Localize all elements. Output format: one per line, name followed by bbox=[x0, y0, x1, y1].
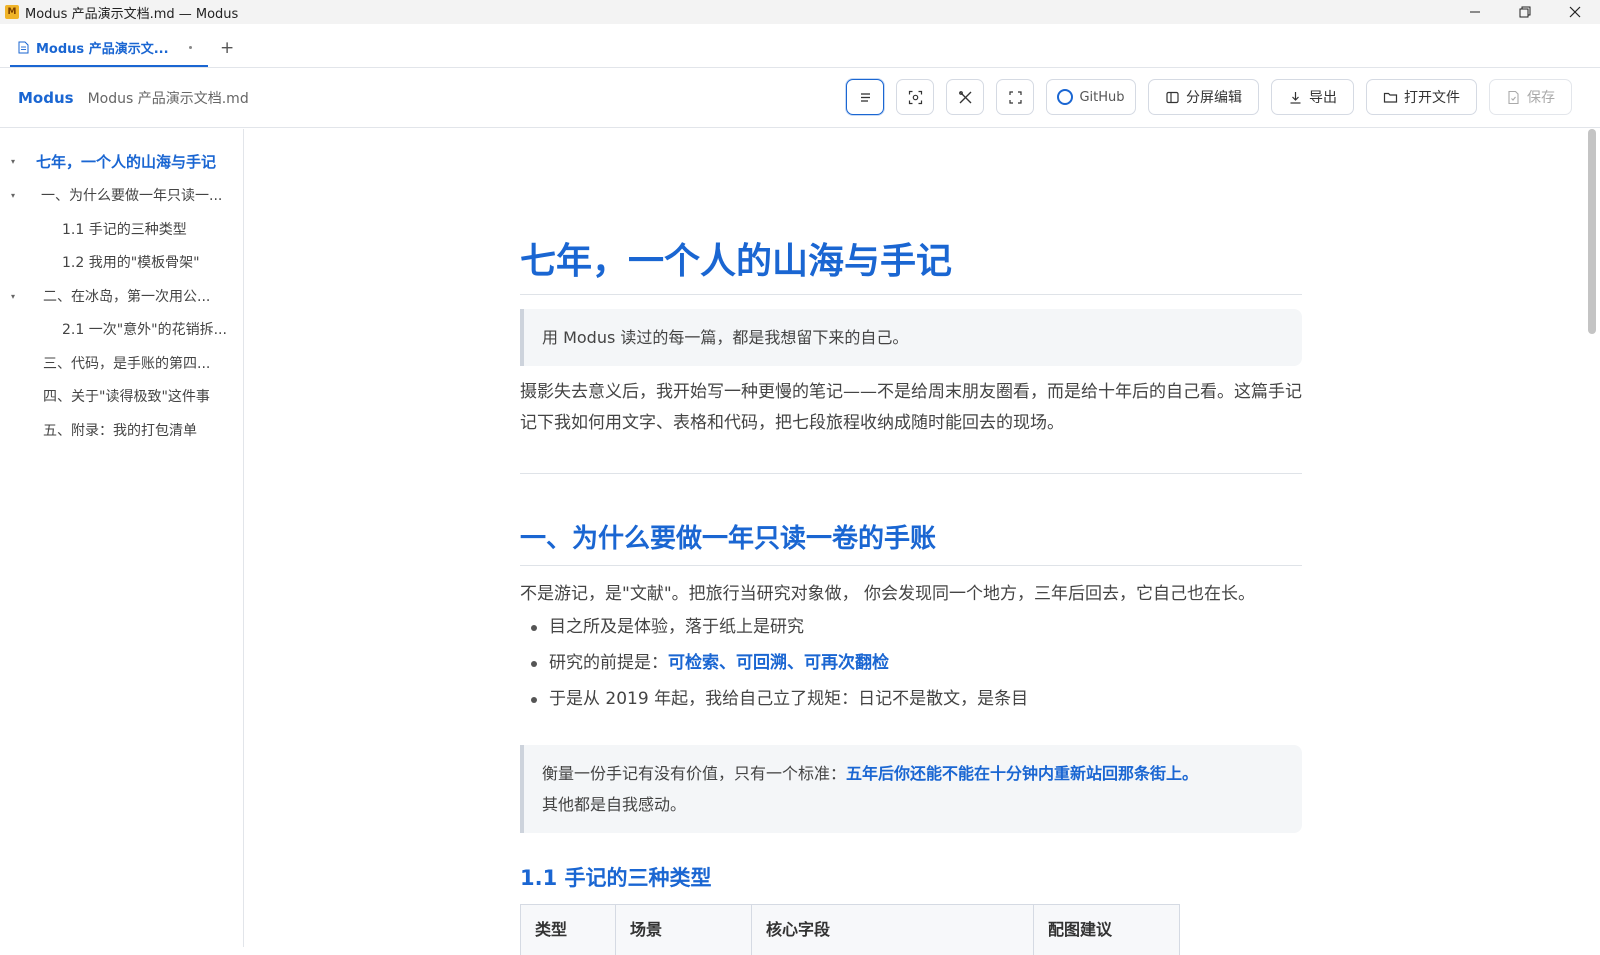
folder-icon bbox=[1383, 92, 1398, 103]
caret-down-icon[interactable]: ▾ bbox=[11, 191, 15, 200]
close-icon[interactable] bbox=[1550, 0, 1600, 24]
window-title: Modus 产品演示文档.md — Modus bbox=[25, 6, 239, 22]
toc-item[interactable]: 1.1 手记的三种类型 bbox=[0, 217, 187, 241]
toc-item-label: 三、代码，是手账的第四... bbox=[43, 356, 211, 372]
save-button[interactable]: 保存 bbox=[1489, 79, 1572, 115]
list-icon bbox=[860, 92, 870, 102]
download-icon bbox=[1290, 91, 1301, 104]
split-edit-button[interactable]: 分屏编辑 bbox=[1148, 79, 1259, 115]
toc-item-label: 1.2 我用的"模板骨架" bbox=[62, 255, 200, 271]
toc-item[interactable]: 三、代码，是手账的第四... bbox=[0, 351, 210, 375]
toc-item[interactable]: ▾ 七年，一个人的山海与手记 bbox=[0, 149, 216, 173]
list-item: 目之所及是体验，落于纸上是研究 bbox=[520, 609, 1302, 645]
toc-item[interactable]: 2.1 一次"意外"的花销拆... bbox=[0, 317, 227, 341]
bullet-list: 目之所及是体验，落于纸上是研究 研究的前提是：可检索、可回溯、可再次翻检 于是从… bbox=[520, 609, 1302, 717]
minimize-icon[interactable] bbox=[1450, 0, 1500, 24]
section-paragraph: 不是游记，是"文献"。把旅行当研究对象做， 你会发现同一个地方，三年后回去，它自… bbox=[520, 584, 1256, 604]
toc-item-label: 七年，一个人的山海与手记 bbox=[36, 152, 217, 171]
content-scrollbar[interactable] bbox=[1588, 129, 1596, 947]
fullscreen-icon bbox=[1008, 90, 1022, 104]
open-file-label: 打开文件 bbox=[1404, 90, 1460, 106]
toc-toggle-button[interactable] bbox=[846, 79, 884, 115]
save-file-icon bbox=[1508, 90, 1519, 104]
app-header: Modus Modus 产品演示文档.md GitHub 分屏编辑 导出 打开文 bbox=[0, 68, 1600, 128]
file-icon bbox=[18, 41, 29, 53]
unsaved-dot-icon bbox=[189, 46, 192, 49]
blockquote-text: 用 Modus 读过的每一篇，都是我想留下来的自己。 bbox=[542, 328, 909, 347]
export-label: 导出 bbox=[1309, 90, 1337, 106]
github-icon bbox=[1057, 89, 1074, 105]
export-button[interactable]: 导出 bbox=[1271, 79, 1354, 115]
toc-item-label: 一、为什么要做一年只读一... bbox=[41, 188, 223, 204]
document-name: Modus 产品演示文档.md bbox=[87, 90, 249, 107]
split-panel-icon bbox=[1166, 91, 1179, 103]
toc-sidebar: ▾ 七年，一个人的山海与手记 ▾ 一、为什么要做一年只读一... 1.1 手记的… bbox=[0, 129, 244, 947]
list-item: 于是从 2019 年起，我给自己立了规矩：日记不是散文，是条目 bbox=[520, 681, 1302, 717]
new-tab-button[interactable]: + bbox=[220, 29, 234, 67]
toc-item[interactable]: ▾ 二、在冰岛，第一次用公... bbox=[0, 284, 210, 308]
document-tab[interactable]: Modus 产品演示文... bbox=[10, 29, 208, 67]
open-file-button[interactable]: 打开文件 bbox=[1366, 79, 1477, 115]
github-button[interactable]: GitHub bbox=[1046, 79, 1136, 115]
caret-down-icon[interactable]: ▾ bbox=[11, 292, 15, 301]
github-label: GitHub bbox=[1079, 89, 1125, 105]
restore-icon[interactable] bbox=[1500, 0, 1550, 24]
focus-scan-icon bbox=[908, 90, 922, 104]
window-controls bbox=[1450, 0, 1600, 24]
theme-tools-button[interactable] bbox=[946, 79, 984, 115]
list-item-text: 目之所及是体验，落于纸上是研究 bbox=[549, 617, 804, 637]
types-table: 类型 场景 核心字段 配图建议 bbox=[520, 904, 1180, 955]
blockquote: 用 Modus 读过的每一篇，都是我想留下来的自己。 bbox=[520, 309, 1302, 366]
heading-1: 七年，一个人的山海与手记 bbox=[520, 232, 1302, 295]
split-edit-label: 分屏编辑 bbox=[1186, 90, 1242, 106]
toolbar: GitHub 分屏编辑 导出 打开文件 保存 bbox=[834, 79, 1572, 115]
horizontal-rule bbox=[520, 473, 1302, 474]
caret-down-icon[interactable]: ▾ bbox=[11, 157, 15, 166]
document-preview: 七年，一个人的山海与手记 用 Modus 读过的每一篇，都是我想留下来的自己。 … bbox=[520, 129, 1302, 955]
bold-highlight: 五年后你还能不能在十分钟内重新站回那条街上。 bbox=[846, 764, 1199, 783]
blockquote: 衡量一份手记有没有价值，只有一个标准：五年后你还能不能在十分钟内重新站回那条街上… bbox=[520, 745, 1302, 833]
toc-item-label: 1.1 手记的三种类型 bbox=[62, 222, 187, 238]
heading-3: 1.1 手记的三种类型 bbox=[520, 866, 712, 890]
toc-item-label: 五、附录：我的打包清单 bbox=[43, 423, 197, 439]
scrollbar-thumb[interactable] bbox=[1588, 129, 1596, 334]
table-header-cell: 场景 bbox=[616, 905, 752, 955]
brand-name[interactable]: Modus bbox=[18, 89, 74, 107]
tab-bar: Modus 产品演示文... + bbox=[0, 24, 1600, 68]
table-header-cell: 配图建议 bbox=[1048, 920, 1113, 939]
list-item: 研究的前提是：可检索、可回溯、可再次翻检 bbox=[520, 645, 1302, 681]
focus-mode-button[interactable] bbox=[896, 79, 934, 115]
toc-item[interactable]: ▾ 一、为什么要做一年只读一... bbox=[0, 183, 222, 207]
tools-icon bbox=[958, 90, 971, 103]
toc-item-label: 2.1 一次"意外"的花销拆... bbox=[62, 322, 227, 338]
toc-item[interactable]: 1.2 我用的"模板骨架" bbox=[0, 250, 200, 274]
tab-label: Modus 产品演示文... bbox=[36, 41, 169, 57]
fullscreen-button[interactable] bbox=[996, 79, 1034, 115]
app-logo-icon: M bbox=[5, 5, 19, 19]
list-item-text: 于是从 2019 年起，我给自己立了规矩：日记不是散文，是条目 bbox=[549, 689, 1029, 709]
toc-item[interactable]: 四、关于"读得极致"这件事 bbox=[0, 384, 210, 408]
save-label: 保存 bbox=[1527, 90, 1555, 106]
toc-item-label: 二、在冰岛，第一次用公... bbox=[43, 289, 211, 305]
table-header-cell: 类型 bbox=[521, 905, 616, 955]
toc-item[interactable]: 五、附录：我的打包清单 bbox=[0, 418, 197, 442]
intro-paragraph: 摄影失去意义后，我开始写一种更慢的笔记——不是给周末朋友圈看，而是给十年后的自己… bbox=[520, 382, 1302, 433]
bold-highlight: 可检索、可回溯、可再次翻检 bbox=[668, 653, 889, 673]
heading-2: 一、为什么要做一年只读一卷的手账 bbox=[520, 518, 1302, 566]
toc-item-label: 四、关于"读得极致"这件事 bbox=[43, 389, 210, 405]
title-bar: M Modus 产品演示文档.md — Modus bbox=[0, 0, 1600, 24]
blockquote-text: 其他都是自我感动。 bbox=[542, 795, 687, 814]
list-item-text: 研究的前提是： bbox=[549, 653, 668, 673]
blockquote-text: 衡量一份手记有没有价值，只有一个标准： bbox=[542, 764, 847, 783]
table-header-cell: 核心字段 bbox=[752, 905, 1034, 955]
